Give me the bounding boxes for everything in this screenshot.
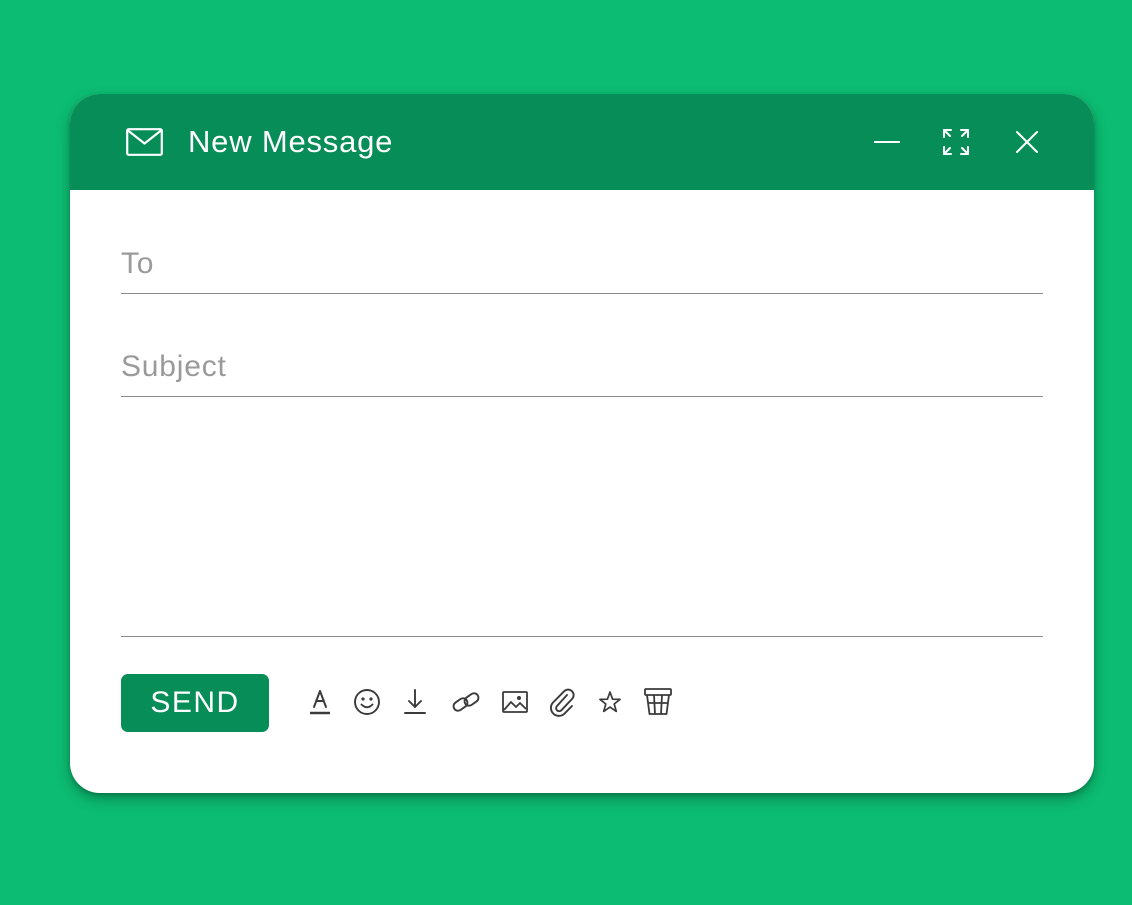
close-button[interactable] bbox=[1009, 124, 1045, 160]
download-button[interactable] bbox=[399, 686, 431, 718]
link-icon bbox=[450, 686, 482, 718]
window-title: New Message bbox=[188, 124, 394, 159]
image-icon bbox=[499, 686, 531, 718]
text-format-button[interactable] bbox=[304, 686, 336, 718]
image-button[interactable] bbox=[499, 686, 531, 718]
delete-button[interactable] bbox=[642, 686, 674, 718]
trash-icon bbox=[642, 686, 674, 718]
attach-icon bbox=[546, 686, 578, 718]
star-icon bbox=[594, 686, 626, 718]
expand-button[interactable] bbox=[938, 124, 974, 160]
attach-button[interactable] bbox=[546, 686, 578, 718]
minimize-icon bbox=[869, 124, 905, 160]
subject-field bbox=[121, 331, 1043, 397]
download-icon bbox=[399, 686, 431, 718]
subject-input[interactable] bbox=[121, 350, 1043, 384]
message-body-input[interactable] bbox=[121, 398, 1043, 637]
link-button[interactable] bbox=[450, 686, 482, 718]
compose-header: New Message bbox=[70, 94, 1094, 190]
close-icon bbox=[1009, 124, 1045, 160]
star-button[interactable] bbox=[594, 686, 626, 718]
emoji-icon bbox=[351, 686, 383, 718]
to-field bbox=[121, 228, 1043, 294]
to-input[interactable] bbox=[121, 247, 1043, 281]
emoji-button[interactable] bbox=[351, 686, 383, 718]
minimize-button[interactable] bbox=[869, 124, 905, 160]
text-format-icon bbox=[304, 686, 336, 718]
compose-window: New Message To Subject SEND bbox=[70, 94, 1094, 793]
send-button[interactable]: SEND bbox=[121, 674, 269, 732]
expand-icon bbox=[938, 124, 974, 160]
mail-icon bbox=[126, 128, 163, 161]
